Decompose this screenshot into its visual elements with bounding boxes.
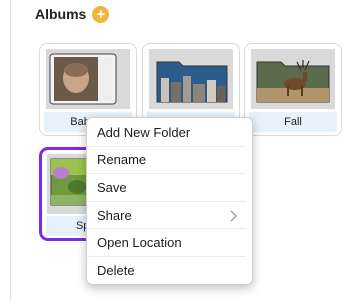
menu-item-label: Rename: [97, 152, 147, 168]
menu-item-label: Share: [97, 207, 132, 223]
albums-header: Albums +: [35, 4, 110, 24]
albums-title: Albums: [35, 6, 87, 22]
fall-photo-thumbnail: [256, 60, 330, 103]
baby-photo-thumbnail: [49, 53, 117, 105]
left-divider: [10, 0, 11, 301]
menu-item-delete[interactable]: Delete: [87, 257, 246, 285]
menu-item-add-new-folder[interactable]: Add New Folder: [87, 119, 246, 147]
menu-item-label: Add New Folder: [97, 124, 191, 140]
menu-item-label: Delete: [97, 263, 135, 279]
menu-item-label: Open Location: [97, 235, 182, 251]
add-album-button[interactable]: +: [92, 5, 110, 23]
album-label: Fall: [249, 112, 337, 132]
menu-item-label: Save: [97, 179, 127, 195]
menu-item-rename[interactable]: Rename: [87, 147, 246, 175]
album-card-fall[interactable]: Fall: [244, 43, 342, 136]
menu-item-share[interactable]: Share: [87, 202, 246, 230]
chevron-right-icon: [230, 210, 237, 222]
context-menu: Add New Folder Rename Save Share Open Lo…: [86, 117, 253, 285]
city-photo-thumbnail: [156, 61, 228, 103]
menu-item-open-location[interactable]: Open Location: [87, 229, 246, 257]
menu-item-save[interactable]: Save: [87, 174, 246, 202]
